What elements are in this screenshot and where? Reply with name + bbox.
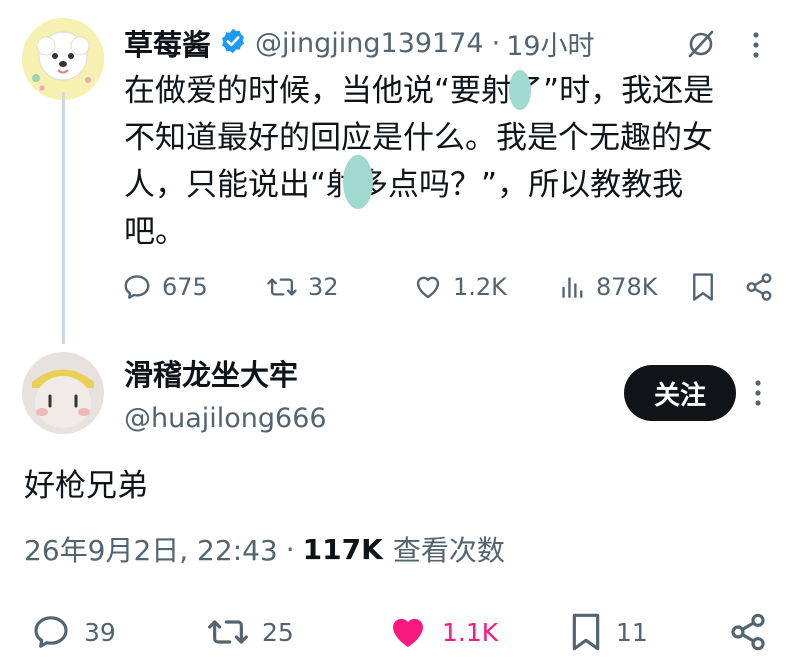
dog-avatar-icon	[22, 18, 104, 100]
face-avatar-icon	[22, 352, 104, 434]
reply-share-icon[interactable]	[728, 612, 768, 656]
timestamp-separator: ·	[285, 532, 295, 566]
verified-badge-icon	[219, 27, 247, 59]
views-count: 878K	[596, 273, 658, 301]
tweet-text-line: 吧。	[124, 214, 186, 250]
grok-icon[interactable]	[686, 29, 716, 63]
reply-author-avatar[interactable]	[22, 352, 104, 434]
reply-bookmark-action[interactable]: 11	[568, 612, 648, 652]
heart-icon	[416, 276, 440, 299]
reply-like-action[interactable]: 1.1K	[386, 612, 498, 652]
like-action[interactable]: 1.2K	[413, 272, 507, 302]
original-tweet-header: 草莓酱 @jingjing139174 · 19小时	[124, 22, 595, 64]
original-tweet-text: 在做爱的时候，当他说“要射了”时，我还是 不知道最好的回应是什么。我是个无趣的女…	[124, 68, 714, 256]
censor-blot	[509, 70, 531, 110]
share-icon[interactable]	[744, 272, 774, 306]
retweet-icon	[208, 620, 248, 644]
tweet-time[interactable]: 19小时	[506, 24, 594, 63]
reply-timestamp-row: 26年9月2日, 22:43 · 117K 查看次数	[24, 529, 505, 569]
tweet-text-line: 在做爱的时候，当他说“要射了”时，我还是	[124, 73, 715, 109]
reply-retweet-count: 25	[262, 617, 294, 647]
thread-connector-line	[62, 92, 65, 344]
analytics-icon	[562, 277, 583, 298]
retweet-icon	[267, 278, 297, 296]
reply-icon	[34, 616, 68, 648]
original-author-avatar[interactable]	[22, 18, 104, 100]
reply-author-name[interactable]: 滑稽龙坐大牢	[124, 352, 298, 394]
tweet-text-line: 人，只能说出“射多点吗？”，所以教教我	[124, 167, 684, 203]
reply-like-count: 1.1K	[442, 617, 499, 647]
reply-reply-count: 39	[84, 617, 116, 647]
bookmark-icon[interactable]	[690, 272, 716, 306]
retweet-count: 32	[308, 273, 339, 301]
reply-action[interactable]: 675	[122, 272, 208, 302]
heart-filled-icon	[393, 618, 423, 647]
reply-reply-action[interactable]: 39	[30, 612, 116, 652]
reply-bookmark-count: 11	[616, 617, 648, 647]
like-count: 1.2K	[453, 273, 507, 301]
reply-views-count: 117K	[302, 532, 383, 566]
reply-timestamp[interactable]: 26年9月2日, 22:43	[24, 529, 278, 569]
views-action[interactable]: 878K	[560, 272, 658, 302]
reply-author-handle[interactable]: @huajilong666	[124, 403, 327, 434]
follow-button[interactable]: 关注	[624, 365, 736, 421]
retweet-action[interactable]: 32	[266, 272, 339, 302]
censor-blot	[343, 155, 373, 209]
reply-text: 好枪兄弟	[24, 468, 148, 504]
more-options-icon[interactable]	[750, 30, 762, 64]
reply-views-label: 查看次数	[392, 534, 505, 567]
reply-retweet-action[interactable]: 25	[206, 612, 294, 652]
reply-count: 675	[162, 273, 208, 301]
reply-more-options-icon[interactable]	[752, 378, 764, 412]
reply-icon	[124, 275, 150, 299]
tweet-text-line: 不知道最好的回应是什么。我是个无趣的女	[124, 120, 713, 156]
bookmark-icon	[572, 613, 600, 651]
header-separator: ·	[491, 27, 501, 59]
original-author-name[interactable]: 草莓酱	[124, 22, 211, 64]
original-author-handle[interactable]: @jingjing139174	[255, 28, 484, 59]
